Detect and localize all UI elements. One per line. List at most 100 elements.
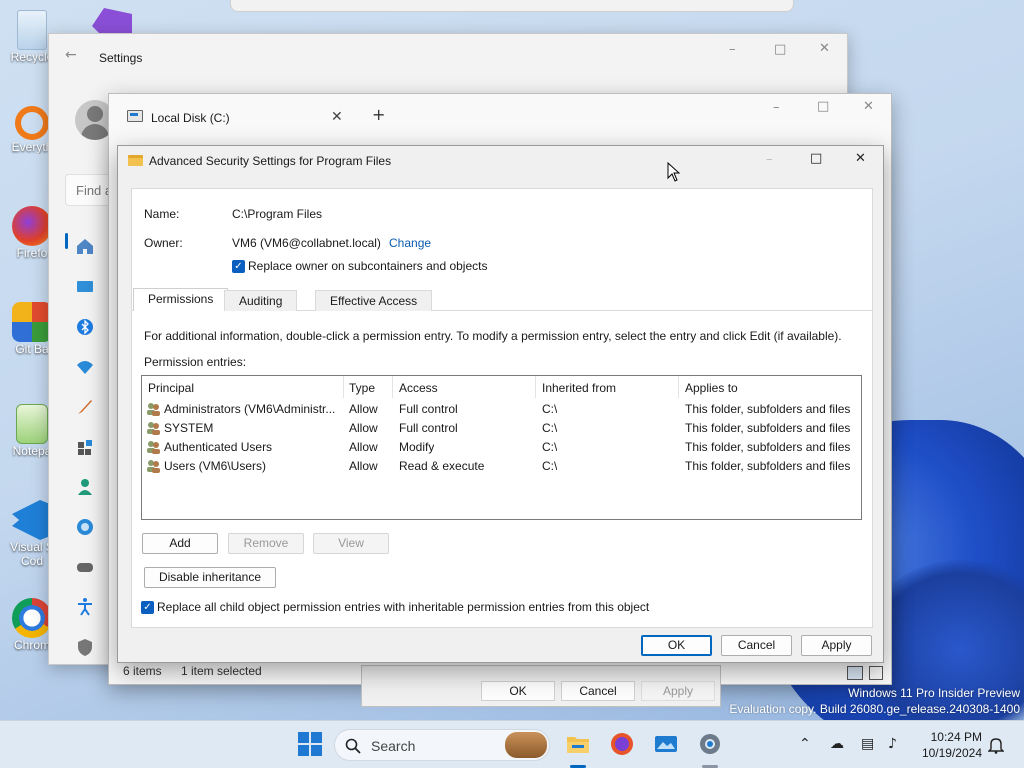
accounts-icon[interactable] (75, 477, 95, 497)
back-arrow-icon[interactable]: ← (65, 47, 77, 63)
cell-inherited: C:\ (542, 440, 558, 454)
name-value: C:\Program Files (232, 207, 323, 221)
replace-owner-checkbox[interactable]: ✓ (232, 260, 245, 273)
maximize-icon[interactable]: □ (810, 151, 822, 166)
replace-child-permissions-label: Replace all child object permission entr… (157, 600, 650, 614)
remove-button[interactable]: Remove (228, 533, 304, 554)
cell-type: Allow (349, 440, 378, 454)
cell-applies: This folder, subfolders and files (685, 402, 851, 416)
folder-icon (128, 155, 143, 166)
minimize-icon[interactable]: – (766, 152, 773, 167)
privacy-security-icon[interactable] (75, 637, 95, 657)
drive-icon (127, 110, 143, 122)
table-row[interactable]: Administrators (VM6\Administr... Allow F… (142, 400, 861, 419)
notification-bell-icon[interactable] (988, 736, 1004, 754)
tab-close-icon[interactable]: ✕ (331, 108, 343, 125)
watermark-line1: Windows 11 Pro Insider Preview (848, 686, 1020, 700)
properties-dialog[interactable]: OK Cancel Apply (361, 665, 721, 707)
nav-selection-indicator (65, 233, 68, 249)
user-group-icon (147, 441, 160, 454)
volume-muted-icon[interactable]: ♪ (888, 736, 897, 752)
recycle-bin-icon (17, 10, 47, 50)
replace-child-permissions-checkbox[interactable]: ✓ (141, 601, 154, 614)
table-row[interactable]: Users (VM6\Users) Allow Read & execute C… (142, 457, 861, 476)
owner-value: VM6 (VM6@collabnet.local) (232, 236, 381, 250)
clock-time: 10:24 PM (930, 730, 982, 744)
column-header-inherited[interactable]: Inherited from (542, 381, 616, 395)
properties-ok-button[interactable]: OK (481, 681, 555, 701)
personalization-icon[interactable] (75, 397, 95, 417)
chrome-icon (12, 598, 52, 638)
time-language-icon[interactable] (75, 517, 95, 537)
change-owner-link[interactable]: Change (389, 236, 431, 250)
column-header-applies[interactable]: Applies to (685, 381, 738, 395)
accessibility-icon[interactable] (75, 597, 95, 617)
column-header-principal[interactable]: Principal (148, 381, 194, 395)
cell-type: Allow (349, 421, 378, 435)
tab-local-disk[interactable]: Local Disk (C:) ✕ (117, 102, 357, 134)
file-explorer-icon[interactable] (565, 731, 591, 757)
table-row[interactable]: SYSTEM Allow Full control C:\ This folde… (142, 419, 861, 438)
cell-access: Full control (399, 402, 458, 416)
add-button[interactable]: Add (142, 533, 218, 554)
minimize-icon[interactable]: – (729, 42, 736, 57)
home-icon[interactable] (75, 236, 95, 256)
ok-button[interactable]: OK (641, 635, 712, 656)
mouse-cursor-icon (667, 162, 681, 182)
tab-effective-access[interactable]: Effective Access (315, 290, 433, 311)
cell-inherited: C:\ (542, 402, 558, 416)
close-icon[interactable]: ✕ (855, 151, 866, 166)
network-icon[interactable] (75, 357, 95, 377)
status-item-count: 6 items (123, 664, 162, 678)
photos-taskbar-icon[interactable] (653, 731, 679, 757)
apply-button[interactable]: Apply (801, 635, 872, 656)
settings-gear-taskbar-icon[interactable] (697, 731, 723, 757)
cell-type: Allow (349, 402, 378, 416)
chevron-up-icon[interactable]: ⌃ (799, 736, 811, 752)
cell-type: Allow (349, 459, 378, 473)
properties-apply-button[interactable]: Apply (641, 681, 715, 701)
search-icon (345, 738, 361, 754)
tab-auditing[interactable]: Auditing (224, 290, 298, 311)
column-divider (678, 376, 679, 398)
bluetooth-icon[interactable] (75, 317, 95, 337)
git-bash-icon (12, 302, 52, 342)
taskbar-search-box[interactable]: Search (334, 729, 550, 761)
close-icon[interactable]: ✕ (863, 99, 874, 114)
permission-entries-list[interactable]: Principal Type Access Inherited from App… (141, 375, 862, 520)
tiles-view-icon[interactable] (869, 666, 883, 680)
column-header-access[interactable]: Access (399, 381, 438, 395)
maximize-icon[interactable]: □ (817, 99, 829, 114)
maximize-icon[interactable]: □ (774, 42, 786, 57)
cloud-sync-icon[interactable]: ☁ (830, 736, 844, 752)
close-icon[interactable]: ✕ (819, 41, 830, 56)
network-tray-icon[interactable]: ▤ (861, 736, 874, 752)
tab-title: Local Disk (C:) (151, 111, 230, 125)
system-icon[interactable] (75, 277, 95, 297)
apps-icon[interactable] (75, 437, 95, 457)
column-header-type[interactable]: Type (349, 381, 375, 395)
dialog-content-panel: Name: C:\Program Files Owner: VM6 (VM6@c… (131, 188, 873, 628)
column-divider (343, 376, 344, 398)
view-button[interactable]: View (313, 533, 389, 554)
cancel-button[interactable]: Cancel (721, 635, 792, 656)
notepad-plus-plus-icon (16, 404, 48, 444)
firefox-taskbar-icon[interactable] (609, 731, 635, 757)
name-label: Name: (144, 207, 180, 221)
cell-principal: Administrators (VM6\Administr... (164, 402, 336, 416)
tab-permissions[interactable]: Permissions (133, 288, 229, 311)
dialog-title: Advanced Security Settings for Program F… (149, 154, 392, 168)
disable-inheritance-button[interactable]: Disable inheritance (144, 567, 276, 588)
properties-cancel-button[interactable]: Cancel (561, 681, 635, 701)
start-button-icon[interactable] (297, 731, 323, 757)
details-view-icon[interactable] (847, 666, 863, 680)
minimize-icon[interactable]: – (773, 100, 780, 115)
owner-label: Owner: (144, 236, 183, 250)
user-group-icon (147, 422, 160, 435)
taskbar-clock[interactable]: 10:24 PM 10/19/2024 (922, 729, 982, 761)
gaming-icon[interactable] (75, 557, 95, 577)
table-row[interactable]: Authenticated Users Allow Modify C:\ Thi… (142, 438, 861, 457)
new-tab-button[interactable]: + (372, 105, 385, 124)
cell-applies: This folder, subfolders and files (685, 459, 851, 473)
advanced-security-dialog[interactable]: Advanced Security Settings for Program F… (117, 145, 884, 663)
